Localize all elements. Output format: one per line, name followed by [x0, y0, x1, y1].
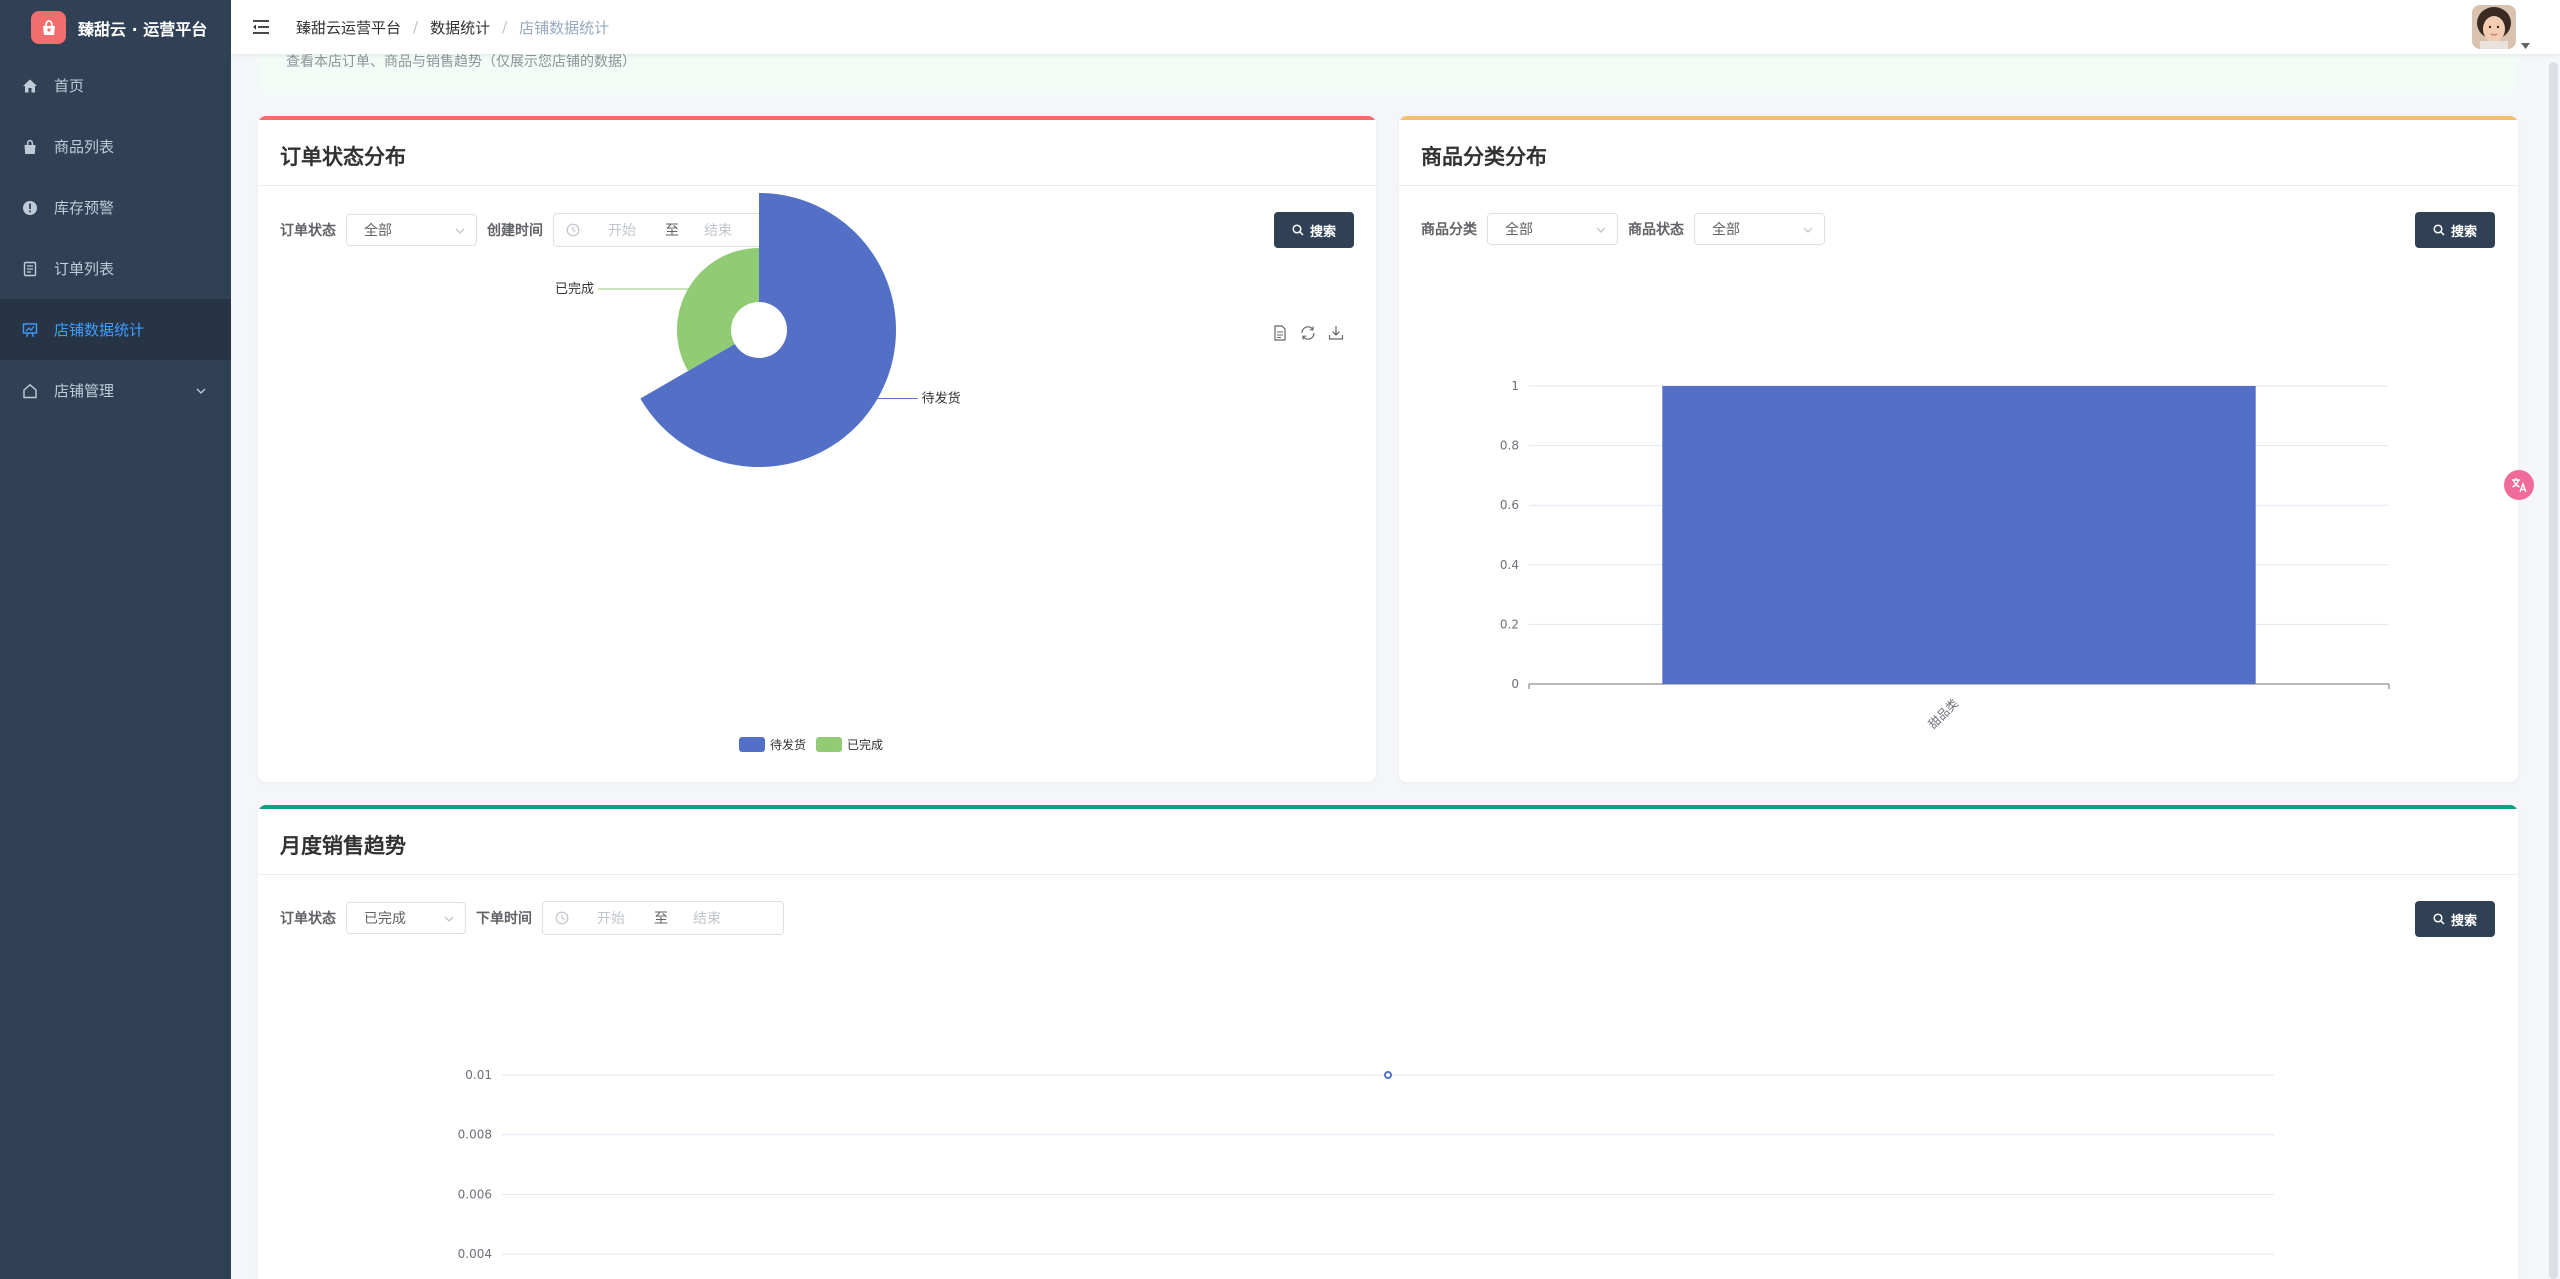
home-icon — [21, 77, 39, 95]
breadcrumb-separator: / — [502, 18, 508, 36]
y-tick-label: 0.01 — [465, 1068, 492, 1082]
x-tick-label: 甜品类 — [1926, 696, 1961, 731]
chart-icon — [21, 321, 39, 339]
translate-icon[interactable] — [2504, 470, 2534, 500]
legend-label[interactable]: 待发货 — [770, 736, 806, 753]
sidebar-item-store-stats[interactable]: 店铺数据统计 — [0, 299, 231, 360]
chevron-down-icon — [195, 383, 207, 401]
category-bar-chart: 0 0.2 0.4 0.6 0.8 1 甜品类 — [1500, 379, 2390, 732]
y-tick-label: 0.2 — [1500, 617, 1519, 631]
sidebar-item-label: 店铺管理 — [54, 382, 115, 400]
sidebar-item-label: 商品列表 — [54, 138, 115, 156]
sidebar: 臻甜云 · 运营平台 首页 商品列表 库存预警 订单列表 店铺数据统计 店铺管理 — [0, 0, 231, 1279]
hamburger-icon[interactable] — [251, 17, 271, 37]
pie-slice-label: 待发货 — [922, 391, 961, 407]
document-icon — [21, 260, 39, 278]
y-tick-label: 0.4 — [1500, 558, 1519, 572]
y-tick-label: 0.8 — [1500, 439, 1519, 453]
sidebar-item-label: 店铺数据统计 — [54, 321, 145, 339]
sidebar-item-home[interactable]: 首页 — [0, 55, 231, 116]
logo-icon — [31, 11, 66, 44]
caret-down-icon[interactable] — [2521, 34, 2530, 53]
sidebar-item-label: 首页 — [54, 77, 85, 95]
sidebar-item-label: 库存预警 — [54, 199, 115, 217]
monthly-sales-card: 月度销售趋势 订单状态 已完成 下单时间 开始 至 结束 搜索 0.004 0.0… — [258, 805, 2518, 1279]
sidebar-menu: 首页 商品列表 库存预警 订单列表 店铺数据统计 店铺管理 — [0, 55, 231, 421]
legend-label[interactable]: 已完成 — [847, 736, 883, 753]
avatar[interactable] — [2472, 5, 2516, 49]
logo[interactable]: 臻甜云 · 运营平台 — [0, 0, 231, 55]
bar[interactable] — [1662, 386, 2256, 684]
sidebar-item-label: 订单列表 — [54, 260, 115, 278]
y-tick-label: 0.008 — [458, 1128, 492, 1142]
store-icon — [21, 382, 39, 400]
y-tick-label: 0.6 — [1500, 498, 1519, 512]
y-tick-label: 1 — [1511, 379, 1519, 393]
pie-slice[interactable] — [677, 247, 759, 371]
y-tick-label: 0.006 — [458, 1187, 492, 1201]
legend-swatch[interactable] — [816, 737, 843, 752]
sidebar-item-store-manage[interactable]: 店铺管理 — [0, 360, 231, 421]
chart-legend: 待发货 已完成 — [739, 736, 883, 753]
page-description-card: 查看本店订单、商品与销售趋势（仅展示您店铺的数据） — [258, 50, 2518, 95]
top-navbar: 臻甜云运营平台 / 数据统计 / 店铺数据统计 — [231, 0, 2560, 54]
order-status-card: 订单状态分布 订单状态 全部 创建时间 开始 至 结束 搜索 待发货 已完成 待发… — [258, 116, 1376, 782]
category-card: 商品分类分布 商品分类 全部 商品状态 全部 搜索 0 0.2 0.4 0.6 0.8 1… — [1399, 116, 2518, 782]
warning-icon — [21, 199, 39, 217]
shopping-bag-icon — [21, 138, 39, 156]
sidebar-item-stock-alert[interactable]: 库存预警 — [0, 177, 231, 238]
breadcrumb-item-current: 店铺数据统计 — [519, 18, 610, 37]
sidebar-item-products[interactable]: 商品列表 — [0, 116, 231, 177]
breadcrumb-item-home[interactable]: 臻甜云运营平台 — [296, 17, 401, 38]
legend-swatch[interactable] — [739, 737, 765, 752]
order-status-pie-chart: 待发货 已完成 — [555, 193, 961, 467]
sidebar-item-orders[interactable]: 订单列表 — [0, 238, 231, 299]
y-tick-label: 0.004 — [458, 1247, 492, 1261]
y-tick-label: 0 — [1511, 677, 1519, 691]
line-point[interactable] — [1384, 1071, 1392, 1079]
breadcrumb-separator: / — [413, 18, 419, 36]
page-scrollbar[interactable] — [2549, 62, 2558, 1279]
breadcrumb: 臻甜云运营平台 / 数据统计 / 店铺数据统计 — [296, 17, 609, 38]
app-title: 臻甜云 · 运营平台 — [78, 19, 208, 39]
breadcrumb-item-stats[interactable]: 数据统计 — [430, 17, 490, 38]
monthly-line-chart: 0.004 0.006 0.008 0.01 — [458, 1068, 2274, 1261]
pie-slice-label: 已完成 — [555, 282, 594, 297]
